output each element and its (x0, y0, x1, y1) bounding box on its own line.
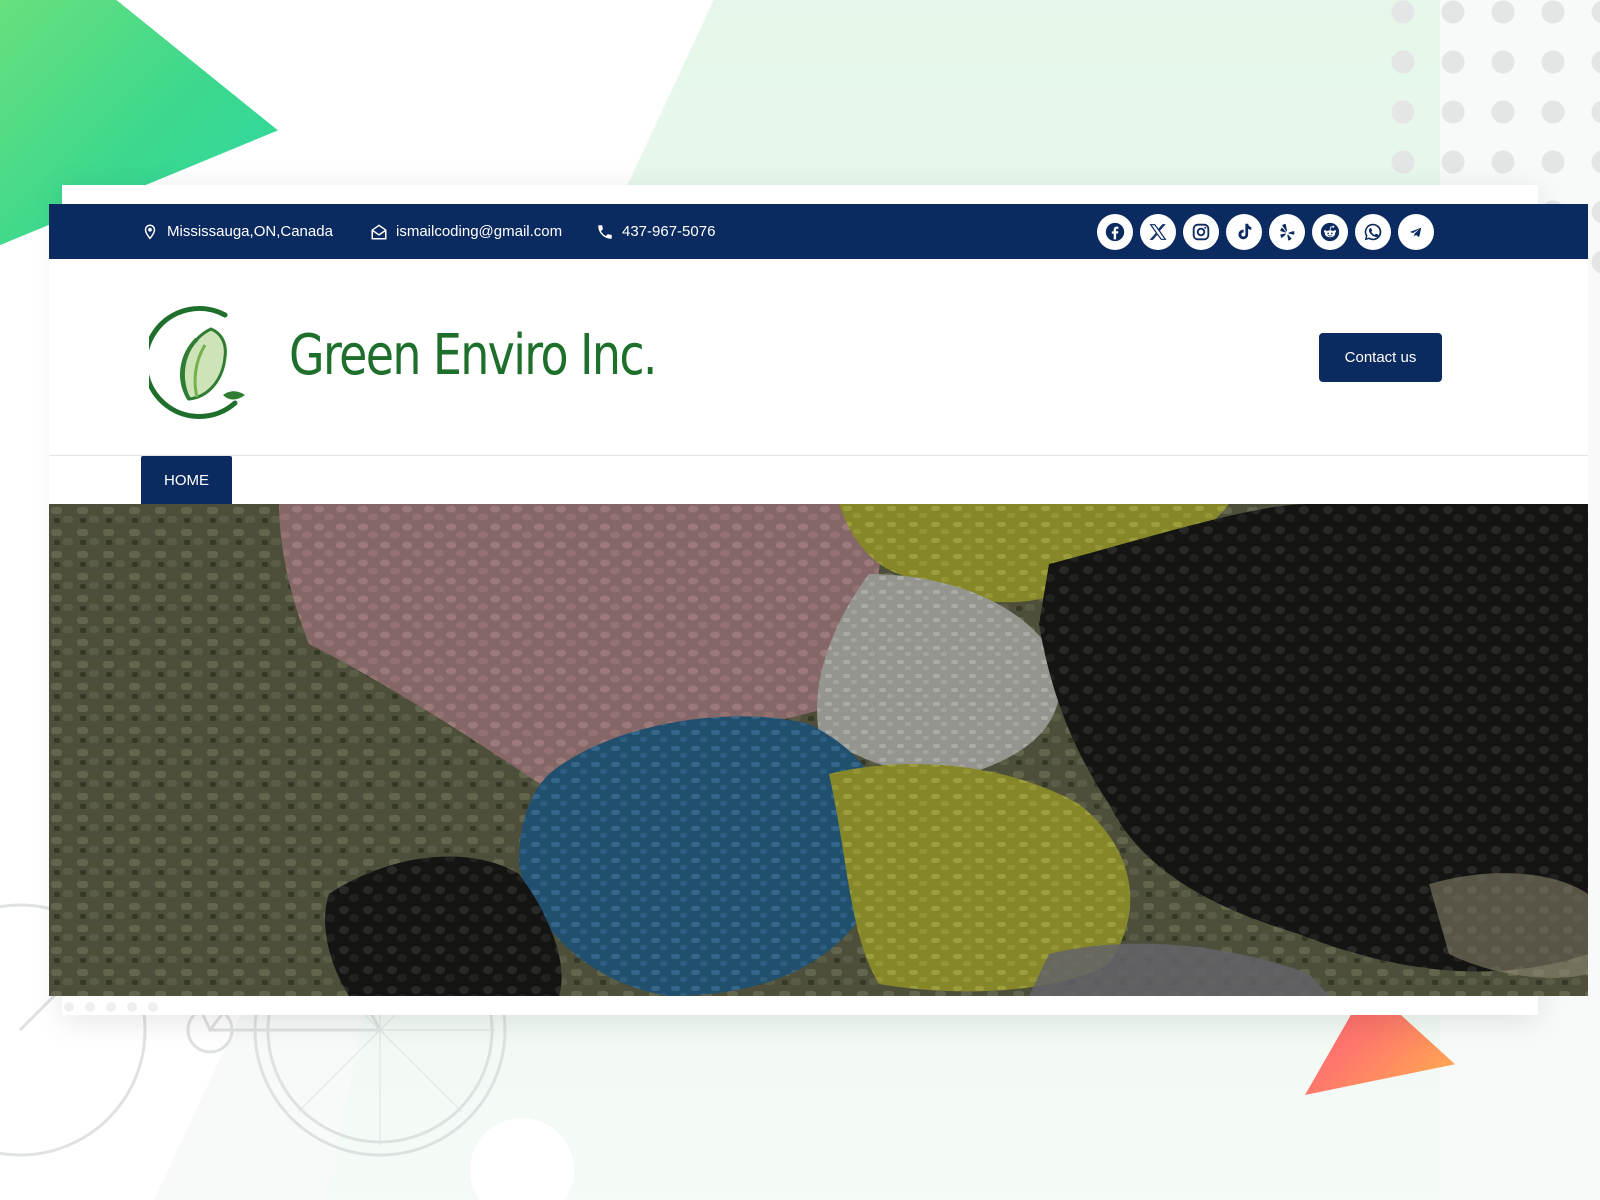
envelope-open-icon (371, 224, 387, 239)
slider-dot[interactable] (127, 1002, 137, 1012)
tiktok-icon (1238, 223, 1252, 240)
contact-us-button[interactable]: Contact us (1319, 333, 1442, 382)
phone-text[interactable]: 437-967-5076 (622, 223, 715, 240)
leaf-logo-icon (142, 306, 245, 419)
yelp-link[interactable] (1269, 214, 1305, 250)
hero-dark-overlay (49, 504, 1588, 996)
location-text: Mississauga,ON,Canada (167, 223, 333, 240)
phone-info[interactable]: 437-967-5076 (596, 204, 715, 259)
whatsapp-icon (1364, 223, 1382, 241)
email-info[interactable]: ismailcoding@gmail.com (370, 204, 562, 259)
logo-text: Green Enviro Inc. (289, 323, 658, 388)
hero-banner-image (49, 504, 1588, 996)
tiktok-link[interactable] (1226, 214, 1262, 250)
location-pin-icon (144, 224, 156, 239)
facebook-icon (1105, 222, 1125, 242)
site-logo[interactable]: Green Enviro Inc. (142, 299, 658, 423)
top-info-bar: Mississauga,ON,Canada ismailcoding@gmail… (49, 204, 1588, 259)
nav-item-home[interactable]: HOME (141, 456, 232, 504)
reddit-link[interactable] (1312, 214, 1348, 250)
instagram-icon (1192, 223, 1210, 241)
slider-dots (64, 1002, 158, 1012)
slider-dot[interactable] (106, 1002, 116, 1012)
site-header: Green Enviro Inc. Contact us (49, 259, 1588, 455)
facebook-link[interactable] (1097, 214, 1133, 250)
email-text[interactable]: ismailcoding@gmail.com (396, 223, 562, 240)
reddit-icon (1320, 222, 1340, 242)
x-link[interactable] (1140, 214, 1176, 250)
phone-icon (598, 224, 612, 239)
slider-dot[interactable] (85, 1002, 95, 1012)
slider-dot[interactable] (148, 1002, 158, 1012)
location-info: Mississauga,ON,Canada (141, 204, 333, 259)
website-page: Mississauga,ON,Canada ismailcoding@gmail… (49, 204, 1588, 996)
main-navigation: HOME (49, 455, 1588, 504)
telegram-link[interactable] (1398, 214, 1434, 250)
x-icon (1149, 224, 1167, 240)
social-links (1097, 214, 1434, 250)
whatsapp-link[interactable] (1355, 214, 1391, 250)
yelp-icon (1280, 223, 1295, 241)
telegram-icon (1410, 227, 1421, 237)
slider-dot[interactable] (64, 1002, 74, 1012)
instagram-link[interactable] (1183, 214, 1219, 250)
